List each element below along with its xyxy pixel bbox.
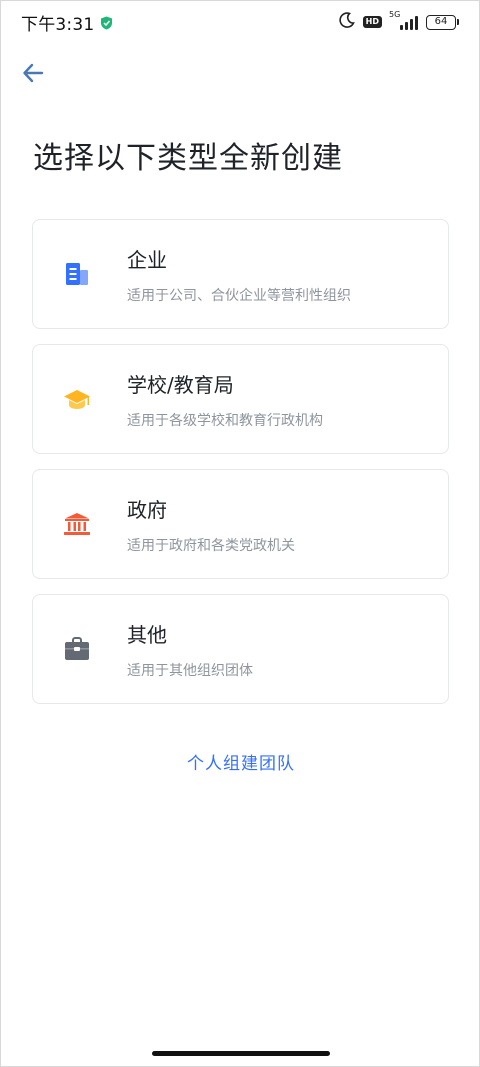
status-time: 下午3:31 <box>21 14 95 35</box>
option-enterprise[interactable]: 企业 适用于公司、合伙企业等营利性组织 <box>32 219 449 329</box>
shield-icon <box>100 15 113 30</box>
option-text: 企业 适用于公司、合伙企业等营利性组织 <box>127 244 351 305</box>
home-indicator[interactable] <box>152 1051 330 1056</box>
option-title: 其他 <box>127 622 167 647</box>
battery-icon: 64 <box>426 14 459 30</box>
option-title: 学校/教育局 <box>127 372 234 397</box>
back-button[interactable] <box>17 57 49 89</box>
option-description: 适用于其他组织团体 <box>127 662 253 679</box>
app-screen: 下午3:31 HD 5G 64 选择以下类型全新创建 企业 适用于公司、合伙企业… <box>0 0 480 1067</box>
option-government[interactable]: 政府 适用于政府和各类党政机关 <box>32 469 449 579</box>
building-icon <box>61 258 93 290</box>
page-title: 选择以下类型全新创建 <box>33 141 343 176</box>
arrow-left-icon <box>23 63 44 83</box>
network-type: 5G <box>389 10 401 19</box>
option-text: 其他 适用于其他组织团体 <box>127 619 253 680</box>
status-bar: 下午3:31 HD 5G 64 <box>1 1 479 43</box>
option-text: 政府 适用于政府和各类党政机关 <box>127 494 295 555</box>
status-left: 下午3:31 <box>21 10 113 35</box>
option-description: 适用于公司、合伙企业等营利性组织 <box>127 287 351 304</box>
option-text: 学校/教育局 适用于各级学校和教育行政机构 <box>127 369 323 430</box>
option-description: 适用于各级学校和教育行政机构 <box>127 412 323 429</box>
option-title: 政府 <box>127 497 167 522</box>
option-title: 企业 <box>127 247 167 272</box>
option-list: 企业 适用于公司、合伙企业等营利性组织 学校/教育局 适用于各级学校和教育行政机… <box>32 219 449 719</box>
option-other[interactable]: 其他 适用于其他组织团体 <box>32 594 449 704</box>
graduation-cap-icon <box>61 383 93 415</box>
option-description: 适用于政府和各类党政机关 <box>127 537 295 554</box>
battery-level: 64 <box>426 14 456 30</box>
moon-icon <box>339 12 355 32</box>
briefcase-icon <box>61 633 93 665</box>
personal-team-link[interactable]: 个人组建团队 <box>1 749 480 774</box>
hd-badge: HD <box>362 16 382 28</box>
option-school[interactable]: 学校/教育局 适用于各级学校和教育行政机构 <box>32 344 449 454</box>
signal-icon: 5G <box>389 10 418 30</box>
government-icon <box>61 508 93 540</box>
status-right: HD 5G 64 <box>339 10 459 32</box>
